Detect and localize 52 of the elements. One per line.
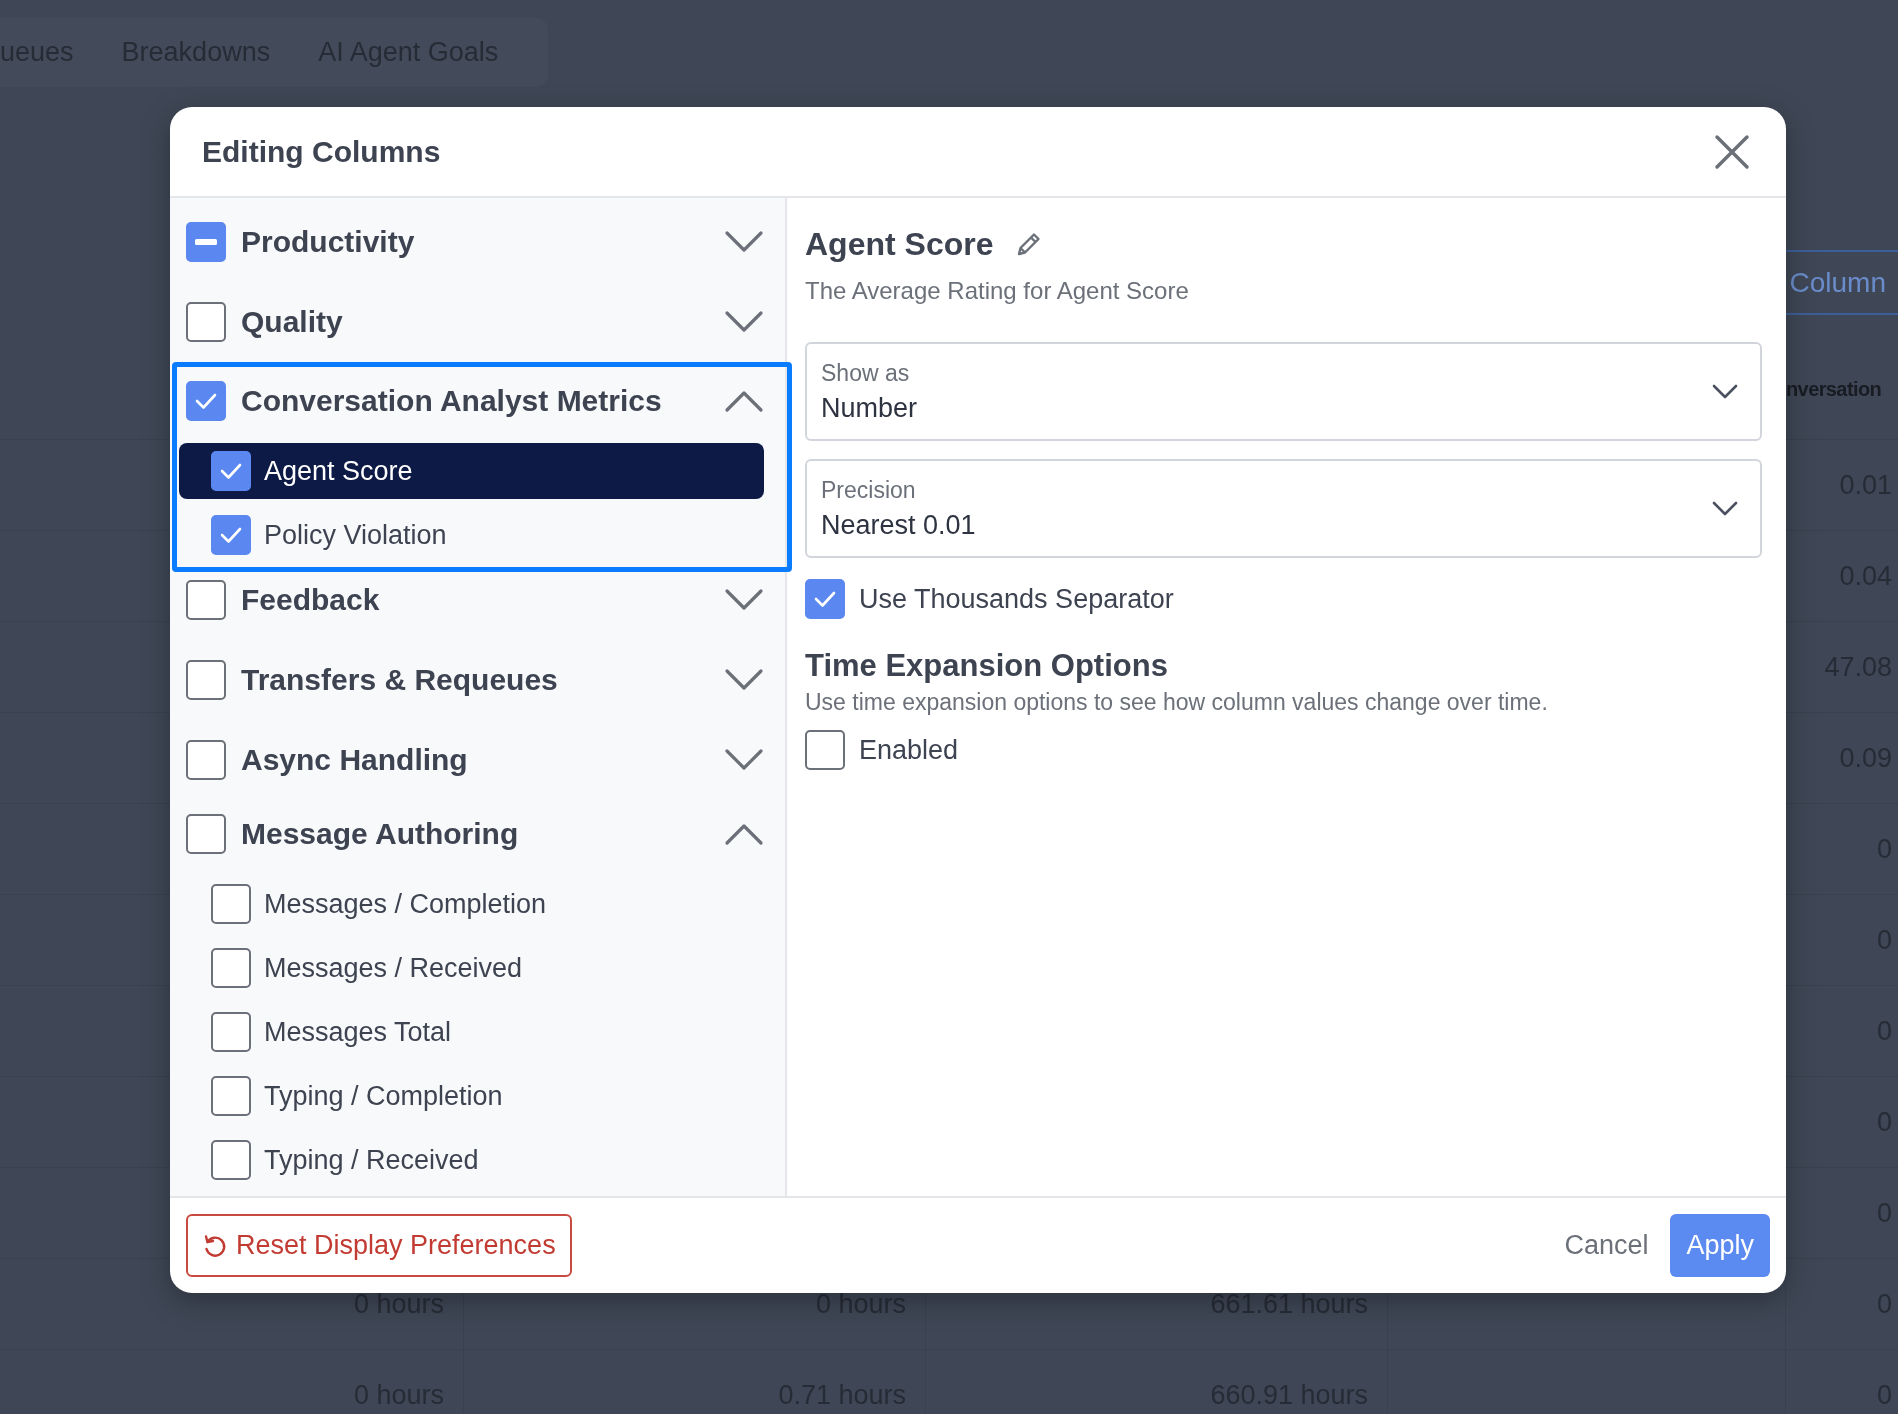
group-label: Productivity (241, 225, 416, 259)
checkbox[interactable] (186, 302, 226, 342)
group-label: Async Handling (241, 743, 469, 777)
cancel-button[interactable]: Cancel (1564, 1230, 1649, 1261)
chevron-down-icon[interactable] (724, 310, 764, 334)
checkbox-label: Use Thousands Separator (859, 583, 1174, 615)
group-label: Quality (241, 305, 344, 339)
checkbox[interactable] (211, 515, 251, 555)
group-label: Feedback (241, 583, 381, 617)
checkbox-label: Enabled (859, 734, 959, 766)
chevron-down-icon[interactable] (724, 230, 764, 254)
checkbox[interactable] (186, 660, 226, 700)
column-item[interactable]: Policy Violation (179, 507, 764, 563)
group-label: Conversation Analyst Metrics (241, 384, 663, 418)
checkbox[interactable] (211, 948, 251, 988)
checkbox[interactable] (805, 579, 845, 619)
checkbox[interactable] (186, 381, 226, 421)
chevron-down-icon[interactable] (724, 668, 764, 692)
column-item[interactable]: Agent Score (179, 443, 764, 499)
column-item[interactable]: Messages / Completion (179, 876, 764, 932)
chevron-up-icon[interactable] (724, 389, 764, 413)
column-item[interactable]: Messages / Received (179, 940, 764, 996)
section-heading: Time Expansion Options (805, 647, 1169, 685)
column-item[interactable]: Typing / Completion (179, 1068, 764, 1124)
checkbox[interactable] (805, 730, 845, 770)
checkbox[interactable] (211, 451, 251, 491)
group-label: Transfers & Requeues (241, 663, 559, 697)
chevron-down-icon (1712, 500, 1738, 517)
dialog-title: Editing Columns (202, 134, 441, 169)
minus-icon (195, 239, 217, 245)
chevron-down-icon[interactable] (724, 588, 764, 612)
chevron-up-icon[interactable] (724, 822, 764, 846)
detail-title: Agent Score (805, 225, 994, 263)
checkbox[interactable] (186, 740, 226, 780)
checkbox[interactable] (211, 1012, 251, 1052)
group-label: Message Authoring (241, 817, 520, 851)
select-field[interactable]: Precision Nearest 0.01 (805, 459, 1762, 558)
section-description: Use time expansion options to see how column values change over time. (805, 688, 1549, 717)
column-item[interactable]: Messages Total (179, 1004, 764, 1060)
detail-description: The Average Rating for Agent Score (805, 276, 1190, 306)
checkbox[interactable] (186, 580, 226, 620)
checkbox[interactable] (211, 1140, 251, 1180)
checkbox[interactable] (211, 884, 251, 924)
column-item[interactable]: Typing / Received (179, 1132, 764, 1188)
undo-icon (202, 1232, 228, 1259)
checkbox[interactable] (211, 1076, 251, 1116)
select-field[interactable]: Show as Number (805, 342, 1762, 441)
checkbox[interactable] (186, 814, 226, 854)
chevron-down-icon (1712, 383, 1738, 400)
reset-button[interactable]: Reset Display Preferences (186, 1214, 572, 1277)
checkbox[interactable] (186, 222, 226, 262)
chevron-down-icon[interactable] (724, 748, 764, 772)
